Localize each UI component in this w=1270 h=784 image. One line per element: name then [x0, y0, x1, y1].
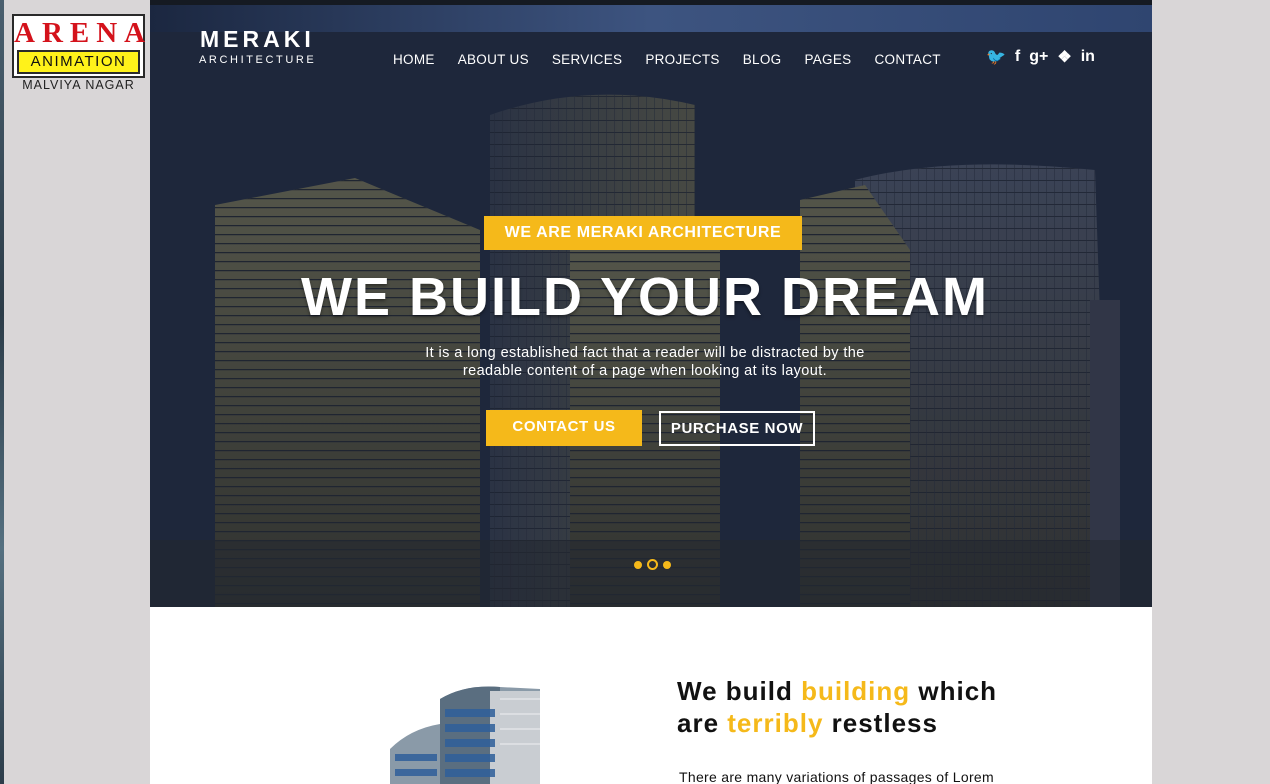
about-title: We build building which are terribly res…	[677, 675, 997, 739]
nav-item-projects[interactable]: PROJECTS	[645, 52, 719, 67]
nav-item-services[interactable]: SERVICES	[552, 52, 622, 67]
main-navigation: HOME ABOUT US SERVICES PROJECTS BLOG PAG…	[393, 52, 964, 67]
nav-item-pages[interactable]: PAGES	[804, 52, 851, 67]
google-plus-icon[interactable]: g+	[1029, 48, 1048, 66]
badge-bottom-text: MALVIYA NAGAR	[22, 78, 135, 92]
about-title-part-2: which	[910, 676, 998, 706]
hero-subtext-line-1: It is a long established fact that a rea…	[425, 345, 865, 361]
about-title-part-3: are	[677, 708, 728, 738]
website-mockup: MERAKI ARCHITECTURE HOME ABOUT US SERVIC…	[150, 0, 1152, 784]
about-title-part-1: We build	[677, 676, 802, 706]
slider-dots	[634, 559, 671, 570]
about-paragraph: There are many variations of passages of…	[679, 769, 994, 784]
nav-item-about-us[interactable]: ABOUT US	[458, 52, 529, 67]
slider-dot-1[interactable]	[634, 560, 642, 569]
dropbox-icon[interactable]: ❖	[1057, 47, 1071, 67]
hero-subtext: It is a long established fact that a rea…	[380, 344, 910, 380]
social-links: 🐦 f g+ ❖ in	[986, 47, 1095, 67]
twitter-icon[interactable]: 🐦	[986, 47, 1006, 67]
badge-middle-text: ANIMATION	[17, 50, 140, 74]
slider-dot-2[interactable]	[647, 559, 658, 570]
purchase-now-button[interactable]: PURCHASE NOW	[659, 411, 815, 446]
slider-dot-3[interactable]	[663, 560, 671, 569]
about-title-part-4: restless	[823, 708, 938, 738]
linkedin-icon[interactable]: in	[1081, 48, 1095, 66]
hero-section: MERAKI ARCHITECTURE HOME ABOUT US SERVIC…	[150, 0, 1152, 607]
left-edge-strip	[0, 0, 4, 784]
badge-top-text: ARENA	[14, 17, 153, 49]
arena-animation-badge: ARENA ANIMATION MALVIYA NAGAR	[10, 14, 147, 92]
about-section: We build building which are terribly res…	[150, 607, 1152, 784]
nav-item-contact[interactable]: CONTACT	[874, 52, 940, 67]
nav-item-blog[interactable]: BLOG	[743, 52, 782, 67]
badge-logo-box: ARENA ANIMATION	[12, 14, 145, 78]
contact-us-button[interactable]: CONTACT US	[486, 410, 642, 446]
hero-subtext-line-2: readable content of a page when looking …	[462, 363, 828, 379]
facebook-icon[interactable]: f	[1015, 48, 1020, 66]
hero-tagline-badge: WE ARE MERAKI ARCHITECTURE	[484, 216, 802, 250]
site-logo-title[interactable]: MERAKI	[200, 26, 315, 53]
hero-headline: WE BUILD YOUR DREAM	[300, 267, 989, 327]
about-title-highlight-2: terribly	[727, 708, 824, 738]
nav-item-home[interactable]: HOME	[393, 52, 435, 67]
about-title-highlight-1: building	[801, 676, 911, 706]
building-image	[390, 686, 540, 784]
site-logo-subtitle: ARCHITECTURE	[199, 54, 317, 66]
